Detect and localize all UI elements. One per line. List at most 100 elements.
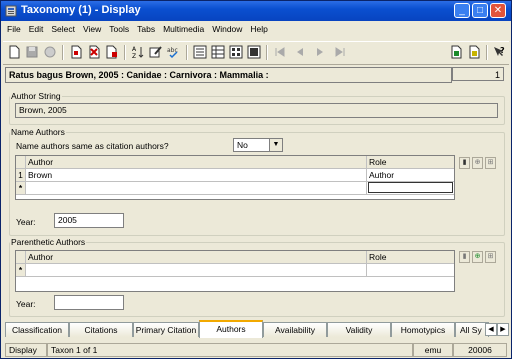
detach-icon[interactable] (467, 45, 481, 59)
row-header-corner (16, 156, 26, 168)
column-header-role[interactable]: Role (367, 251, 454, 263)
title-bar[interactable]: Taxonomy (1) - Display _ □ ✕ (1, 1, 511, 21)
new-role-cell[interactable] (367, 264, 454, 276)
name-authors-year-field[interactable]: 2005 (54, 213, 124, 228)
author-string-field[interactable]: Brown, 2005 (15, 103, 498, 118)
toolbar-separator (186, 45, 188, 60)
same-as-citation-value: No (237, 140, 248, 150)
sort-icon[interactable]: AZ (131, 45, 145, 59)
tab-classification[interactable]: Classification (5, 322, 69, 337)
parenthetic-year-field[interactable] (54, 295, 124, 310)
tab-scroll-right-icon[interactable]: ▶ (497, 323, 509, 336)
menu-tabs[interactable]: Tabs (133, 22, 159, 34)
record-number: 1 (452, 67, 504, 81)
help-icon[interactable]: ? (492, 45, 506, 59)
name-authors-grid: Author Role 1 Brown Author * (15, 155, 455, 200)
attach-icon[interactable] (449, 45, 463, 59)
toolbar-separator (124, 45, 126, 60)
status-position: Taxon 1 of 1 (47, 343, 413, 357)
status-user: emu (413, 343, 453, 357)
menu-help[interactable]: Help (246, 22, 271, 34)
new-row-marker: * (16, 182, 26, 194)
author-cell[interactable]: Brown (26, 169, 367, 181)
save-icon[interactable] (25, 45, 39, 59)
window-title: Taxonomy (1) - Display (21, 4, 141, 16)
new-icon[interactable] (7, 45, 21, 59)
tab-authors[interactable]: Authors (199, 320, 263, 338)
minimize-button[interactable]: _ (454, 3, 470, 18)
tab-homotypics[interactable]: Homotypics (391, 322, 455, 337)
grid-delete-icon[interactable]: ▮ (459, 157, 470, 169)
next-record-icon[interactable] (313, 45, 327, 59)
stop-icon[interactable] (43, 45, 57, 59)
first-record-icon[interactable] (273, 45, 287, 59)
toolbar: AZ abc ? (3, 41, 509, 65)
open-record-icon[interactable] (69, 45, 83, 59)
grid-attach-icon[interactable]: ⊞ (485, 157, 496, 169)
menu-select[interactable]: Select (47, 22, 79, 34)
column-header-author[interactable]: Author (26, 251, 367, 263)
same-as-citation-label: Name authors same as citation authors? (16, 141, 169, 151)
taxonomy-window: Taxonomy (1) - Display _ □ ✕ File Edit Sel… (0, 0, 512, 359)
new-role-cell[interactable] (368, 182, 453, 193)
menu-bar: File Edit Select View Tools Tabs Multimedia Win… (3, 22, 272, 38)
parenthetic-authors-legend: Parenthetic Authors (11, 237, 86, 247)
close-icon: ✕ (493, 5, 503, 16)
column-header-role[interactable]: Role (367, 156, 454, 168)
row-number: 1 (16, 169, 26, 181)
previous-record-icon[interactable] (293, 45, 307, 59)
menu-edit[interactable]: Edit (25, 22, 48, 34)
grid-link-icon[interactable]: ⊕ (472, 251, 483, 263)
toolbar-separator (266, 45, 268, 60)
row-header-corner (16, 251, 26, 263)
page-view-icon[interactable] (247, 45, 261, 59)
tab-scroll-left-icon[interactable]: ◀ (485, 323, 497, 336)
svg-text:Z: Z (132, 53, 136, 59)
maximize-button[interactable]: □ (472, 3, 488, 18)
menu-multimedia[interactable]: Multimedia (159, 22, 208, 34)
spellcheck-icon[interactable]: abc (167, 45, 181, 59)
same-as-citation-select[interactable]: No ▼ (233, 138, 283, 152)
grid-header-row: Author Role (16, 156, 454, 169)
new-table-row[interactable]: * (16, 264, 454, 277)
author-string-legend: Author String (11, 91, 61, 101)
edit-icon[interactable] (149, 45, 163, 59)
toolbar-separator (62, 45, 64, 60)
column-header-author[interactable]: Author (26, 156, 367, 168)
new-row-marker: * (16, 264, 26, 276)
status-port: 20006 (453, 343, 507, 357)
name-authors-legend: Name Authors (11, 127, 65, 137)
details-view-icon[interactable] (193, 45, 207, 59)
delete-record-icon[interactable] (87, 45, 101, 59)
tab-primary-citation[interactable]: Primary Citation (133, 322, 199, 337)
menu-view[interactable]: View (79, 22, 105, 34)
parenthetic-authors-grid: Author Role * (15, 250, 455, 292)
grid-attach-icon[interactable]: ⊞ (485, 251, 496, 263)
close-button[interactable]: ✕ (490, 3, 506, 18)
last-record-icon[interactable] (333, 45, 347, 59)
list-view-icon[interactable] (211, 45, 225, 59)
grid-delete-icon[interactable]: ▮ (459, 251, 470, 263)
chevron-down-icon[interactable]: ▼ (269, 139, 282, 151)
maximize-icon: □ (476, 5, 484, 16)
svg-text:?: ? (500, 46, 505, 55)
tab-strip: Classification Citations Primary Citatio… (5, 320, 493, 338)
tab-all-synonyms[interactable]: All Sy (455, 322, 489, 337)
tab-availability[interactable]: Availability (263, 322, 327, 337)
tab-validity[interactable]: Validity (327, 322, 391, 337)
new-author-cell[interactable] (26, 182, 367, 194)
menu-tools[interactable]: Tools (105, 22, 133, 34)
svg-text:A: A (132, 46, 137, 53)
role-cell[interactable]: Author (367, 169, 454, 181)
contact-sheet-icon[interactable] (229, 45, 243, 59)
tab-citations[interactable]: Citations (69, 322, 133, 337)
table-row[interactable]: 1 Brown Author (16, 169, 454, 182)
grid-link-icon[interactable]: ⊕ (472, 157, 483, 169)
copy-record-icon[interactable] (105, 45, 119, 59)
minimize-icon: _ (459, 5, 465, 16)
menu-file[interactable]: File (3, 22, 25, 34)
menu-window[interactable]: Window (208, 22, 246, 34)
new-table-row[interactable]: * (16, 182, 454, 195)
new-author-cell[interactable] (26, 264, 367, 276)
app-icon (5, 5, 17, 17)
